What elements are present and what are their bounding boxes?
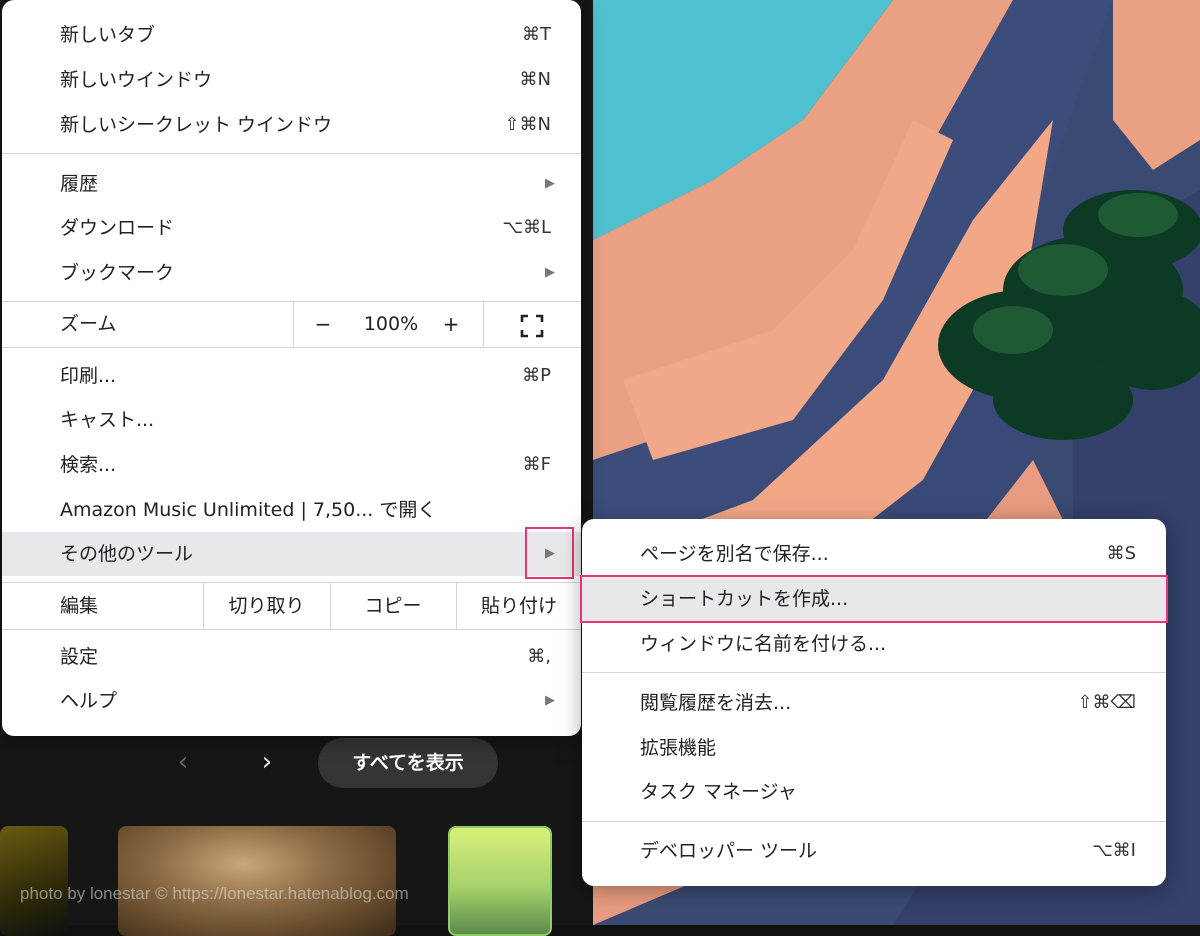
menu-item-label: ショートカットを作成...: [640, 588, 849, 610]
menu-item-label: デベロッパー ツール: [640, 840, 818, 862]
menu-item-open-in-app[interactable]: Amazon Music Unlimited | 7,50... で開く: [2, 488, 581, 532]
menu-item-downloads[interactable]: ダウンロード ⌥⌘L: [2, 206, 581, 250]
chrome-main-menu: 新しいタブ ⌘T 新しいウインドウ ⌘N 新しいシークレット ウインドウ ⇧⌘N…: [2, 0, 581, 736]
fullscreen-button[interactable]: [502, 302, 562, 347]
album-thumbnail[interactable]: [448, 826, 552, 936]
fullscreen-icon: [520, 314, 544, 337]
shortcut-label: ⌘N: [519, 69, 551, 90]
menu-item-label: 設定: [60, 646, 99, 668]
menu-item-extensions[interactable]: 拡張機能: [582, 726, 1166, 770]
show-all-button[interactable]: すべてを表示: [318, 738, 498, 788]
menu-item-label: 閲覧履歴を消去...: [640, 692, 792, 714]
menu-item-bookmarks[interactable]: ブックマーク ▶: [2, 251, 581, 295]
menu-item-label: その他のツール: [60, 543, 194, 565]
divider: [483, 302, 484, 347]
submenu-arrow-icon: ▶: [545, 265, 555, 280]
menu-item-find[interactable]: 検索... ⌘F: [2, 443, 581, 487]
menu-item-new-tab[interactable]: 新しいタブ ⌘T: [2, 13, 581, 57]
carousel-prev-button[interactable]: ‹: [163, 742, 203, 782]
paste-button[interactable]: 貼り付け: [457, 583, 581, 629]
more-tools-submenu: ページを別名で保存... ⌘S ショートカットを作成... ウィンドウに名前を付…: [580, 519, 1168, 886]
shortcut-label: ⌘P: [522, 365, 551, 386]
menu-item-clear-browsing-data[interactable]: 閲覧履歴を消去... ⇧⌘⌫: [582, 681, 1166, 725]
menu-item-history[interactable]: 履歴 ▶: [2, 162, 581, 206]
shortcut-label: ⌥⌘L: [502, 217, 551, 238]
zoom-level: 100%: [363, 313, 419, 335]
menu-item-save-page-as[interactable]: ページを別名で保存... ⌘S: [582, 532, 1166, 576]
menu-item-label: 新しいウインドウ: [60, 69, 213, 91]
menu-item-label: 拡張機能: [640, 737, 717, 759]
menu-item-cast[interactable]: キャスト...: [2, 398, 581, 442]
zoom-label: ズーム: [60, 313, 117, 335]
zoom-row: ズーム − 100% +: [2, 302, 581, 347]
menu-separator: [582, 821, 1166, 822]
shortcut-label: ⌘F: [522, 454, 551, 475]
submenu-arrow-icon: ▶: [545, 546, 555, 561]
menu-item-label: 履歴: [60, 173, 99, 195]
menu-item-task-manager[interactable]: タスク マネージャ: [582, 770, 1166, 814]
watermark: photo by lonestar © https://lonestar.hat…: [20, 884, 409, 903]
menu-separator: [2, 347, 581, 348]
menu-item-label: キャスト...: [60, 409, 155, 431]
menu-item-label: Amazon Music Unlimited | 7,50... で開く: [60, 499, 437, 521]
album-thumbnail[interactable]: [0, 826, 68, 936]
edit-row: 編集 切り取り コピー 貼り付け: [2, 583, 581, 629]
menu-item-help[interactable]: ヘルプ ▶: [2, 679, 581, 723]
menu-item-label: ページを別名で保存...: [640, 543, 829, 565]
menu-item-label: 検索...: [60, 454, 117, 476]
shortcut-label: ⌘S: [1106, 543, 1136, 564]
zoom-out-button[interactable]: −: [302, 302, 344, 347]
shortcut-label: ⌥⌘I: [1091, 840, 1136, 861]
shortcut-label: ⌘,: [527, 646, 551, 667]
submenu-arrow-icon: ▶: [545, 693, 555, 708]
menu-item-new-window[interactable]: 新しいウインドウ ⌘N: [2, 58, 581, 102]
menu-item-label: 新しいシークレット ウインドウ: [60, 114, 333, 136]
menu-item-new-incognito-window[interactable]: 新しいシークレット ウインドウ ⇧⌘N: [2, 103, 581, 147]
menu-item-label: ウィンドウに名前を付ける...: [640, 633, 887, 655]
carousel-next-button[interactable]: ›: [247, 742, 287, 782]
album-thumbnail[interactable]: [118, 826, 396, 936]
menu-item-label: 新しいタブ: [60, 24, 156, 46]
menu-item-print[interactable]: 印刷... ⌘P: [2, 354, 581, 398]
menu-item-create-shortcut[interactable]: ショートカットを作成...: [582, 577, 1166, 621]
menu-item-name-window[interactable]: ウィンドウに名前を付ける...: [582, 622, 1166, 666]
menu-item-label: ヘルプ: [60, 690, 118, 712]
menu-item-label: 印刷...: [60, 365, 117, 387]
copy-button[interactable]: コピー: [331, 583, 455, 629]
menu-separator: [2, 629, 581, 630]
shortcut-label: ⌘T: [522, 24, 551, 45]
shortcut-label: ⇧⌘⌫: [1077, 692, 1136, 713]
shortcut-label: ⇧⌘N: [504, 114, 551, 135]
edit-label: 編集: [60, 595, 99, 617]
menu-item-label: ブックマーク: [60, 262, 175, 284]
submenu-arrow-icon: ▶: [545, 176, 555, 191]
menu-separator: [2, 153, 581, 154]
menu-item-label: タスク マネージャ: [640, 781, 797, 803]
divider: [293, 302, 294, 347]
menu-item-settings[interactable]: 設定 ⌘,: [2, 635, 581, 679]
cut-button[interactable]: 切り取り: [204, 583, 329, 629]
zoom-in-button[interactable]: +: [430, 302, 472, 347]
menu-item-more-tools[interactable]: その他のツール ▶: [2, 532, 581, 576]
menu-separator: [582, 672, 1166, 673]
menu-item-label: ダウンロード: [60, 217, 175, 239]
menu-item-developer-tools[interactable]: デベロッパー ツール ⌥⌘I: [582, 829, 1166, 873]
